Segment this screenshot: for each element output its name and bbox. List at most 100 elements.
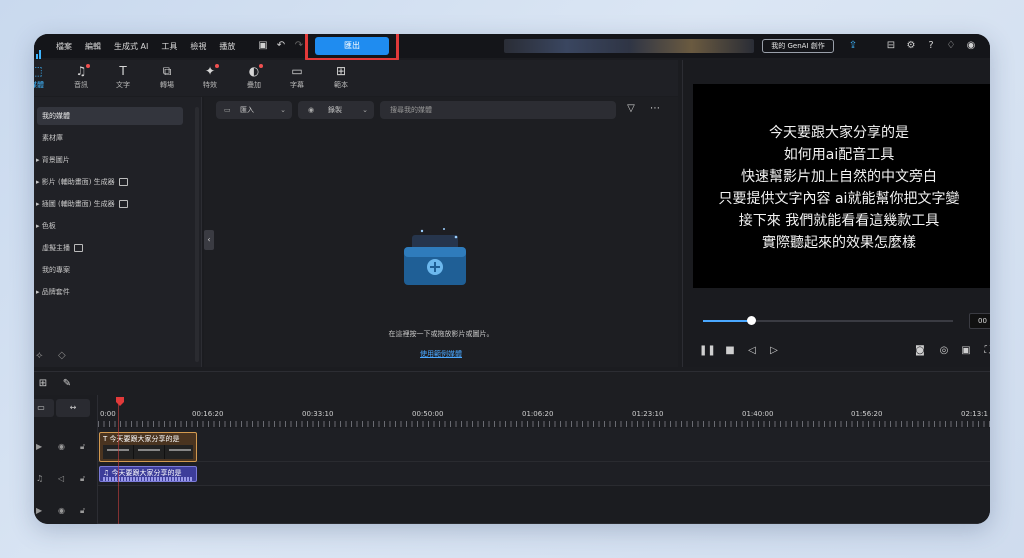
sidebar-item-brand-kit[interactable]: ▸ 品牌套件 [36,283,70,301]
title-bar: 檔案 編輯 生成式 AI 工具 檢視 播放 ▣ ↶ ↷ 匯出 我的 GenAI … [34,34,990,61]
tick-label: 01:40:00 [742,410,774,418]
sidebar-item-image-generator[interactable]: ▸ 插圖 (輔助畫面) 生成器 [36,195,128,213]
timeline-track-3[interactable] [98,486,990,524]
timeline-settings-icon[interactable]: ▭ [34,399,54,417]
timeline-ruler[interactable]: 0:00 00:16:20 00:33:10 00:50:00 01:06:20… [98,395,990,427]
preview-quality-icon[interactable]: ◎ [937,344,951,358]
sidebar-item-virtual-host[interactable]: 虛擬主播 [42,239,83,257]
new-dot [86,64,90,68]
help-icon[interactable]: ? [924,39,938,53]
timecode-display: 00 [969,313,990,329]
sample-media-link[interactable]: 使用範例媒體 [204,349,678,359]
progress-handle[interactable] [746,316,756,325]
account-icon[interactable]: ◉ [964,39,978,53]
music-icon: ♫ [75,64,87,78]
sidebar-item-my-media[interactable]: 我的媒體 [37,107,183,125]
tab-template[interactable]: ⊞ 範本 [324,63,358,95]
sidebar-item-video-generator-label: ▸ 影片 (輔助畫面) 生成器 [36,178,115,186]
speaker-icon[interactable]: ◁ [58,474,64,483]
save-icon[interactable]: ▣ [256,39,270,53]
more-icon[interactable]: ⋯ [648,102,662,116]
tab-text-label: 文字 [116,81,130,89]
sidebar-item-backgrounds[interactable]: ▸ 背景圖片 [36,151,70,169]
search-input[interactable]: 搜尋我的媒體 [380,101,616,119]
ai-badge-icon [118,178,128,186]
subtitle-line: 實際聽起來的效果怎麼樣 [762,235,916,251]
sidebar-item-virtual-host-label: 虛擬主播 [42,244,70,252]
fullscreen-icon[interactable]: ⛶ [981,344,991,358]
my-genai-button[interactable]: 我的 GenAI 創作 [762,39,834,53]
snapshot-icon[interactable]: ◙ [913,344,927,358]
track-manager-icon[interactable]: ⊞ [36,377,50,391]
sidebar-item-video-generator[interactable]: ▸ 影片 (輔助畫面) 生成器 [36,173,128,191]
edit-pen-icon[interactable]: ✎ [60,377,74,391]
collapse-sidebar-button[interactable]: ‹ [204,230,214,250]
menu-tools[interactable]: 工具 [161,41,177,52]
text-icon: T [119,64,127,78]
tab-overlay-label: 疊加 [247,81,261,89]
tab-audio[interactable]: ♫ 音訊 [64,63,98,95]
eye-icon[interactable]: ◉ [58,506,65,515]
new-dot [259,64,263,68]
tab-text[interactable]: T 文字 [106,63,140,95]
menu-view[interactable]: 檢視 [190,41,206,52]
audio-clip[interactable]: ♫ 今天要跟大家分享的是 [99,466,197,482]
overlay-icon: ◐ [248,64,260,78]
prev-frame-icon[interactable]: ◁ [745,344,759,358]
timeline-track-1[interactable] [98,428,990,462]
record-label: 錄製 [328,106,342,114]
stop-icon[interactable]: ■ [723,344,737,358]
layout-icon[interactable]: ⊟ [884,39,898,53]
preview-panel: 今天要跟大家分享的是 如何用ai配音工具 快速幫影片加上自然的中文旁白 只要提供… [682,60,990,367]
tab-media[interactable]: ⬚ 媒體 [34,63,54,95]
lock-icon[interactable]: 🔓︎ [80,474,85,484]
title-clip-text: 今天要跟大家分享的是 [109,435,180,443]
lock-icon[interactable]: 🔓︎ [80,506,85,516]
lock-icon[interactable]: 🔓︎ [80,442,85,452]
media-icon: ⬚ [34,64,43,78]
menu-genai[interactable]: 生成式 AI [114,41,148,52]
import-button[interactable]: ▭ 匯入 ⌄ [216,101,292,119]
eye-icon[interactable]: ◉ [58,442,65,451]
sidebar-item-my-projects[interactable]: 我的專案 [42,261,70,279]
notification-icon[interactable]: ♢ [944,39,958,53]
menu-playback[interactable]: 播放 [219,41,235,52]
tab-effects[interactable]: ✦ 特效 [193,63,227,95]
fit-timeline-icon[interactable]: ↔ [56,399,90,417]
upload-icon[interactable]: ⇪ [846,39,860,53]
music-icon: ♫ [103,469,112,477]
menu-file[interactable]: 檔案 [56,41,72,52]
sidebar-item-color-board[interactable]: ▸ 色板 [36,217,56,235]
gear-icon[interactable]: ⚙ [904,39,918,53]
add-folder-icon[interactable]: ⟡ [36,350,43,361]
export-button[interactable]: 匯出 [315,37,389,55]
project-title-blurred [504,39,754,53]
import-label: 匯入 [240,106,254,114]
tab-subtitle[interactable]: ▭ 字幕 [280,63,314,95]
template-icon: ⊞ [335,64,347,78]
tab-transition[interactable]: ⧉ 轉場 [150,63,184,95]
playback-progress-bar[interactable] [703,316,953,325]
tab-overlay[interactable]: ◐ 疊加 [237,63,271,95]
sidebar-item-stock[interactable]: 素材庫 [42,129,63,147]
record-button[interactable]: ◉ 錄製 ⌄ [298,101,374,119]
chevron-down-icon: ⌄ [362,106,368,114]
subtitle-line: 今天要跟大家分享的是 [769,125,909,141]
redo-icon[interactable]: ↷ [292,39,306,53]
audio-clip-text: 今天要跟大家分享的是 [111,469,182,477]
audio-track-icon: ♫ [36,474,44,483]
tick-label: 01:23:10 [632,410,664,418]
filter-icon[interactable]: ▽ [624,102,638,116]
title-clip[interactable]: T 今天要跟大家分享的是 [99,432,197,462]
next-frame-icon[interactable]: ▷ [767,344,781,358]
tag-icon[interactable]: ◇ [58,350,66,361]
timeline-track-2[interactable] [98,462,990,486]
pause-icon[interactable]: ❚❚ [699,344,716,358]
menu-edit[interactable]: 編輯 [85,41,101,52]
subtitle-line: 快速幫影片加上自然的中文旁白 [741,169,937,185]
title-clip-thumbnails [103,445,193,459]
tick-label: 00:33:10 [302,410,334,418]
display-settings-icon[interactable]: ▣ [959,344,973,358]
undo-icon[interactable]: ↶ [274,39,288,53]
sidebar-scrollbar[interactable] [195,107,199,362]
